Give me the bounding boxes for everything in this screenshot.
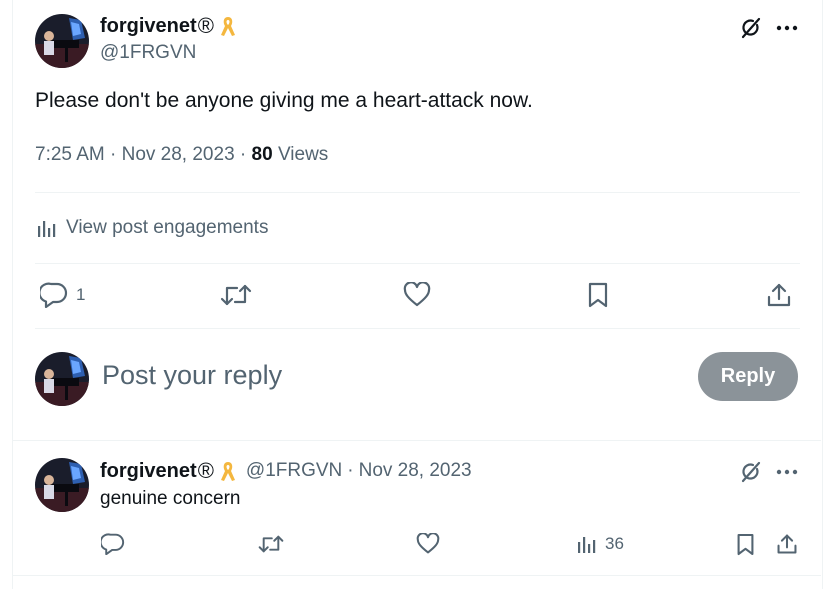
share-icon[interactable] [774, 531, 800, 557]
reply-icon[interactable] [100, 531, 126, 557]
divider [35, 263, 800, 264]
view-engagements-label: View post engagements [66, 217, 269, 238]
like-icon[interactable] [402, 281, 432, 309]
reply-input[interactable]: Post your reply [102, 360, 282, 391]
analytics-icon [577, 534, 597, 554]
meta-separator: · [347, 460, 354, 481]
share-icon[interactable] [765, 281, 793, 309]
reply-text: genuine concern [100, 488, 241, 509]
author-row: forgivenet ® [100, 13, 236, 39]
views-count: 36 [605, 534, 624, 553]
analytics-icon [37, 218, 57, 238]
bookmark-icon[interactable] [733, 531, 757, 557]
like-icon[interactable] [415, 531, 441, 557]
reply-author-row: forgivenet ® @1FRGVN · Nov 28, 2023 [100, 458, 472, 484]
views-label: Views [277, 144, 329, 165]
reply-date[interactable]: Nov 28, 2023 [359, 460, 472, 482]
repost-icon[interactable] [219, 281, 253, 309]
meta-separator: · [239, 144, 247, 165]
author-handle[interactable]: @1FRGVN [100, 42, 196, 64]
views-action[interactable]: 36 [577, 531, 624, 557]
grok-icon[interactable] [738, 15, 764, 41]
divider [12, 575, 821, 576]
post-date[interactable]: Nov 28, 2023 [122, 144, 235, 165]
reply-icon [40, 282, 68, 308]
views-count: 80 [251, 144, 273, 165]
avatar[interactable] [35, 14, 89, 68]
post-text: Please don't be anyone giving me a heart… [35, 89, 533, 112]
view-engagements-link[interactable]: View post engagements [37, 214, 268, 242]
divider [12, 440, 821, 441]
registered-mark: ® [197, 13, 214, 38]
author-name[interactable]: forgivenet [100, 460, 197, 483]
repost-icon[interactable] [256, 531, 286, 557]
reply-count: 1 [76, 285, 86, 304]
reply-action[interactable]: 1 [40, 281, 85, 309]
bookmark-icon[interactable] [584, 281, 612, 309]
grok-icon[interactable] [738, 459, 764, 485]
reply-button[interactable]: Reply [698, 352, 798, 401]
divider [35, 328, 800, 329]
registered-mark: ® [197, 458, 214, 483]
author-handle[interactable]: @1FRGVN [246, 460, 342, 482]
more-icon[interactable] [774, 459, 800, 485]
awareness-ribbon-icon [220, 15, 236, 37]
divider [35, 192, 800, 193]
author-name[interactable]: forgivenet [100, 15, 197, 38]
post-meta: 7:25 AM · Nov 28, 2023 · 80 Views [35, 144, 328, 166]
more-icon[interactable] [774, 15, 800, 41]
awareness-ribbon-icon [220, 460, 236, 482]
post-time[interactable]: 7:25 AM [35, 144, 105, 165]
meta-separator: · [110, 144, 117, 165]
avatar[interactable] [35, 352, 89, 406]
avatar[interactable] [35, 458, 89, 512]
